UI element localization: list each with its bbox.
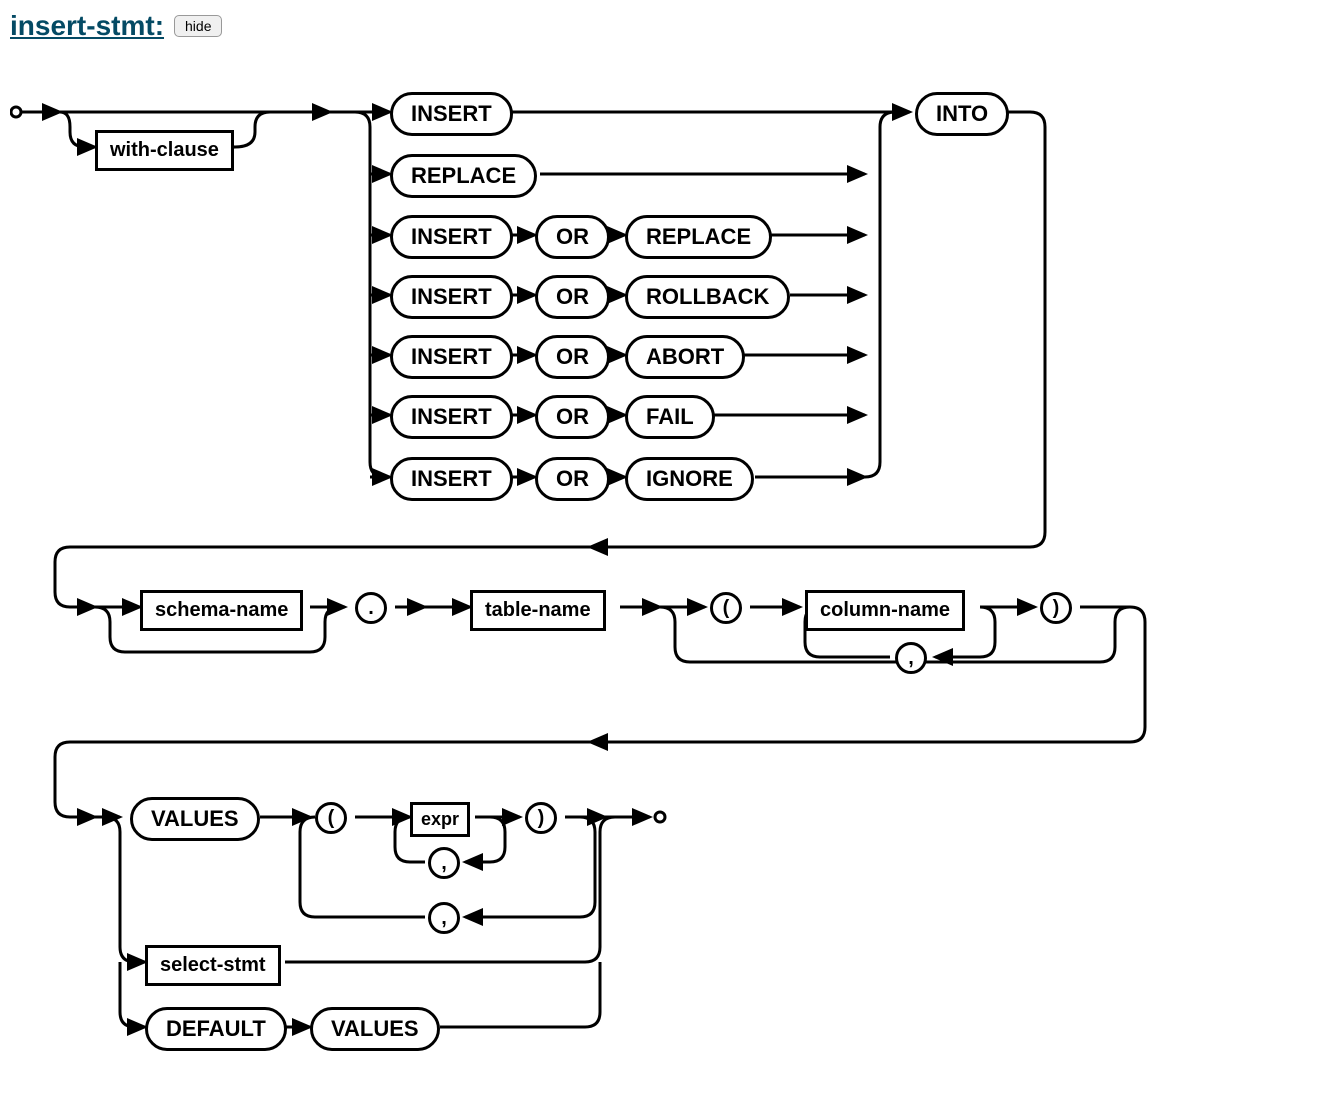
hide-button[interactable]: hide (174, 15, 222, 37)
keyword-values: VALUES (310, 1007, 440, 1051)
keyword-fail: FAIL (625, 395, 715, 439)
keyword-abort: ABORT (625, 335, 745, 379)
keyword-or: OR (535, 215, 610, 259)
keyword-or: OR (535, 335, 610, 379)
punct-lparen: ( (710, 592, 742, 624)
rule-with-clause[interactable]: with-clause (95, 130, 234, 171)
keyword-insert: INSERT (390, 335, 513, 379)
keyword-insert: INSERT (390, 275, 513, 319)
keyword-rollback: ROLLBACK (625, 275, 790, 319)
railroad-diagram: with-clause INSERT REPLACE INSERT OR REP… (10, 57, 1210, 1057)
keyword-or: OR (535, 395, 610, 439)
punct-dot: . (355, 592, 387, 624)
keyword-insert: INSERT (390, 92, 513, 136)
keyword-insert: INSERT (390, 215, 513, 259)
punct-comma: , (895, 642, 927, 674)
keyword-default: DEFAULT (145, 1007, 287, 1051)
punct-rparen: ) (1040, 592, 1072, 624)
rule-select-stmt[interactable]: select-stmt (145, 945, 281, 986)
keyword-or: OR (535, 457, 610, 501)
keyword-insert: INSERT (390, 395, 513, 439)
keyword-or: OR (535, 275, 610, 319)
punct-comma: , (428, 847, 460, 879)
rule-table-name[interactable]: table-name (470, 590, 606, 631)
rule-schema-name[interactable]: schema-name (140, 590, 303, 631)
rule-column-name[interactable]: column-name (805, 590, 965, 631)
keyword-insert: INSERT (390, 457, 513, 501)
keyword-replace: REPLACE (390, 154, 537, 198)
keyword-replace: REPLACE (625, 215, 772, 259)
keyword-values: VALUES (130, 797, 260, 841)
connector-lines (10, 57, 1210, 1057)
punct-comma: , (428, 902, 460, 934)
keyword-into: INTO (915, 92, 1009, 136)
punct-rparen: ) (525, 802, 557, 834)
punct-lparen: ( (315, 802, 347, 834)
keyword-ignore: IGNORE (625, 457, 754, 501)
diagram-title[interactable]: insert-stmt: (10, 10, 164, 42)
rule-expr[interactable]: expr (410, 802, 470, 837)
